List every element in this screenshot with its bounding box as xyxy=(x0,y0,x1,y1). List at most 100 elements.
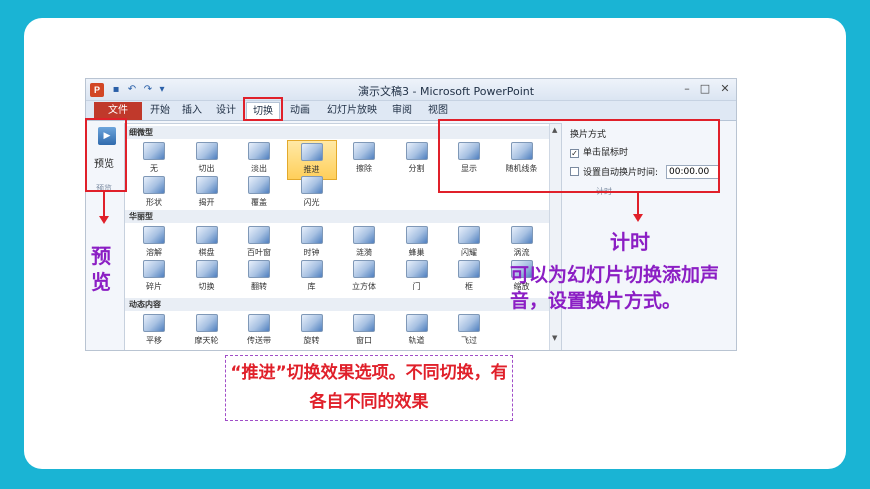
transition-item[interactable]: 旋转 xyxy=(287,312,337,350)
transitions-tab-highlight-box xyxy=(243,97,283,121)
close-icon[interactable]: ✕ xyxy=(718,82,732,96)
transition-item[interactable]: 闪光 xyxy=(287,174,337,214)
transition-thumbnail-icon xyxy=(195,142,218,160)
transition-item-label: 框 xyxy=(465,282,473,291)
transition-item[interactable]: 平移 xyxy=(129,312,179,350)
transition-item[interactable]: 覆盖 xyxy=(234,174,284,214)
powerpoint-logo-icon: P xyxy=(90,83,104,97)
tab-insert[interactable]: 插入 xyxy=(178,102,206,120)
preview-callout: 预览 xyxy=(91,244,111,294)
maximize-icon[interactable]: □ xyxy=(698,82,712,96)
transition-thumbnail-icon xyxy=(300,260,323,278)
title-bar: P ▪ ↶ ↷ ▾ 演示文稿3 - Microsoft PowerPoint –… xyxy=(86,79,736,101)
transition-thumbnail-icon xyxy=(143,142,165,160)
transition-item[interactable]: 飞过 xyxy=(444,312,494,350)
transition-item-label: 淡出 xyxy=(251,164,267,173)
transition-thumbnail-icon xyxy=(353,142,375,160)
transition-thumbnail-icon xyxy=(143,226,165,244)
timing-callout: 计时 xyxy=(610,230,650,254)
customize-toolbar-icon[interactable]: ▾ xyxy=(156,83,168,96)
transition-item-label: 涟漪 xyxy=(356,248,372,257)
window-title: 演示文稿3 - Microsoft PowerPoint xyxy=(358,85,535,98)
transition-thumbnail-icon xyxy=(143,176,165,194)
preview-highlight-box xyxy=(85,118,127,192)
transition-thumbnail-icon xyxy=(248,260,270,278)
tab-home[interactable]: 开始 xyxy=(146,102,174,120)
transition-item-label: 百叶窗 xyxy=(247,248,271,257)
transition-item-label: 翻转 xyxy=(251,282,267,291)
preview-arrow-head xyxy=(99,216,109,224)
redo-icon[interactable]: ↷ xyxy=(142,83,154,96)
transition-thumbnail-icon xyxy=(300,314,323,332)
transition-item-label: 分割 xyxy=(408,164,425,173)
transition-thumbnail-icon xyxy=(458,260,480,278)
transition-item[interactable]: 切换 xyxy=(182,258,232,298)
tab-review[interactable]: 审阅 xyxy=(388,102,416,120)
transition-thumbnail-icon xyxy=(510,226,533,244)
transition-item-label: 闪耀 xyxy=(461,248,477,257)
gallery-section-exciting: 华丽型 xyxy=(125,210,549,223)
sound-callout: 可以为幻灯片切换添加声音，设置换片方式。 xyxy=(510,264,720,312)
transition-thumbnail-icon xyxy=(248,176,270,194)
tab-view[interactable]: 视图 xyxy=(424,102,452,120)
transition-thumbnail-icon xyxy=(458,314,480,332)
transition-item-label: 覆盖 xyxy=(251,198,267,207)
transition-item[interactable]: 门 xyxy=(392,258,442,298)
transition-item[interactable]: 摩天轮 xyxy=(182,312,232,350)
transition-item[interactable]: 窗口 xyxy=(339,312,389,350)
transition-item-label: 形状 xyxy=(146,198,162,207)
transition-thumbnail-icon xyxy=(143,314,165,332)
transition-item-label: 轨道 xyxy=(408,336,425,345)
transition-thumbnail-icon xyxy=(458,226,480,244)
transition-item[interactable]: 形状 xyxy=(129,174,179,214)
transition-thumbnail-icon xyxy=(353,314,375,332)
transition-item[interactable]: 轨道 xyxy=(392,312,442,350)
transition-item-label: 切换 xyxy=(198,282,215,291)
tab-design[interactable]: 设计 xyxy=(212,102,240,120)
transition-item[interactable]: 库 xyxy=(287,258,337,298)
transition-thumbnail-icon xyxy=(248,142,270,160)
transition-thumbnail-icon xyxy=(195,314,218,332)
transition-thumbnail-icon xyxy=(143,260,165,278)
ribbon-tabs: 文件 开始 插入 设计 切换 动画 幻灯片放映 审阅 视图 xyxy=(86,101,736,121)
scroll-down-icon[interactable]: ▼ xyxy=(552,334,557,342)
push-effect-callout: “推进”切换效果选项。不同切换，有各自不同的效果 xyxy=(225,355,513,421)
transition-item[interactable]: 翻转 xyxy=(234,258,284,298)
transition-item-label: 碎片 xyxy=(146,282,162,291)
transition-thumbnail-icon xyxy=(405,226,428,244)
gallery-section-dynamic: 动态内容 xyxy=(125,298,549,311)
timing-highlight-box xyxy=(438,119,720,193)
transition-item-label: 摩天轮 xyxy=(194,336,219,345)
transition-item-label: 平移 xyxy=(146,336,162,345)
transition-item[interactable]: 碎片 xyxy=(129,258,179,298)
transition-thumbnail-icon xyxy=(195,226,218,244)
transition-item-label: 蜂巢 xyxy=(408,248,425,257)
tab-animations[interactable]: 动画 xyxy=(286,102,314,120)
transition-item-label: 传送带 xyxy=(247,336,271,345)
undo-icon[interactable]: ↶ xyxy=(126,83,138,96)
transition-item-label: 揭开 xyxy=(198,198,215,207)
transition-item[interactable]: 揭开 xyxy=(182,174,232,214)
transition-item[interactable]: 分割 xyxy=(392,140,442,180)
transition-item-label: 擦除 xyxy=(356,164,372,173)
transition-item-label: 无 xyxy=(150,164,158,173)
transition-thumbnail-icon xyxy=(248,314,270,332)
preview-arrow xyxy=(103,192,105,218)
transition-item[interactable]: 框 xyxy=(444,258,494,298)
transition-item[interactable]: 擦除 xyxy=(339,140,389,180)
tab-slideshow[interactable]: 幻灯片放映 xyxy=(322,102,382,120)
transition-thumbnail-icon xyxy=(300,226,323,244)
minimize-icon[interactable]: – xyxy=(680,82,694,96)
transition-thumbnail-icon xyxy=(405,260,428,278)
transition-thumbnail-icon xyxy=(195,176,218,194)
save-icon[interactable]: ▪ xyxy=(110,83,122,96)
transition-item[interactable]: 立方体 xyxy=(339,258,389,298)
transition-item-label: 时钟 xyxy=(303,248,320,257)
transition-thumbnail-icon xyxy=(405,314,428,332)
transition-thumbnail-icon xyxy=(195,260,218,278)
transition-thumbnail-icon xyxy=(353,226,375,244)
transition-thumbnail-icon xyxy=(405,142,428,160)
transition-item-label: 棋盘 xyxy=(198,248,215,257)
transition-item-label: 闪光 xyxy=(303,198,320,207)
transition-item[interactable]: 传送带 xyxy=(234,312,284,350)
